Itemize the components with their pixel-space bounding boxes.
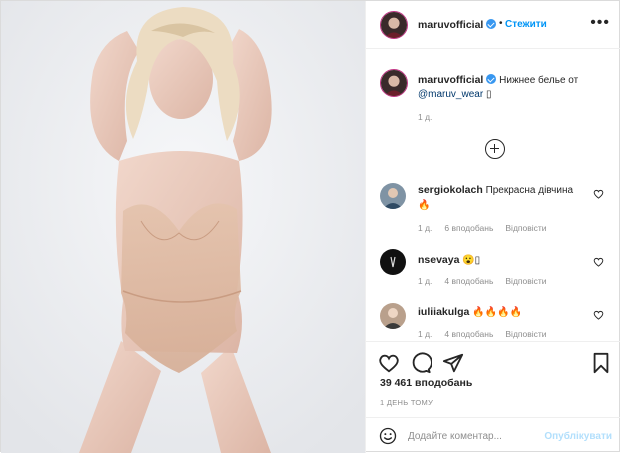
caption-mention-link[interactable]: @maruv_wear <box>418 89 483 100</box>
comment-time: 1 д. <box>418 276 433 286</box>
comment-likes[interactable]: 6 вподобань <box>444 223 493 233</box>
comment-body: nsevaya 😮▯ <box>418 253 588 268</box>
comment-time: 1 д. <box>418 329 433 339</box>
heart-icon[interactable] <box>593 189 604 199</box>
comment-username[interactable]: nsevaya <box>418 254 459 266</box>
avatar-image <box>381 70 407 96</box>
comment-meta: 1 д. 4 вподобань Відповісти <box>418 329 559 339</box>
heart-icon[interactable] <box>593 257 604 267</box>
comment-likes[interactable]: 4 вподобань <box>444 329 493 339</box>
commenter-avatar[interactable] <box>380 183 406 209</box>
caption-text-block: maruvofficial Нижнее белье от @maruv_wea… <box>418 73 608 102</box>
verified-badge-icon <box>486 19 497 29</box>
instagram-post: maruvofficial • Стежити ••• maruvofficia… <box>0 0 620 453</box>
comment-emoji: 🔥 <box>418 200 431 211</box>
avatar-image <box>380 303 406 329</box>
author-avatar[interactable] <box>380 11 408 39</box>
comment-bubble-icon[interactable] <box>410 352 432 374</box>
post-header: maruvofficial • Стежити ••• <box>366 1 620 49</box>
caption-username[interactable]: maruvofficial <box>418 74 483 86</box>
comment-likes[interactable]: 4 вподобань <box>444 276 493 286</box>
header-separator: • <box>499 18 503 29</box>
publish-button[interactable]: Опублікувати <box>544 431 612 442</box>
comment-body: sergiokolach Прекрасна дівчина 🔥 <box>418 183 588 213</box>
heart-icon[interactable] <box>593 310 604 320</box>
emoji-smiley-icon[interactable] <box>379 427 397 445</box>
post-sidebar: maruvofficial • Стежити ••• maruvofficia… <box>365 1 620 453</box>
author-username[interactable]: maruvofficial <box>418 19 483 31</box>
avatar-image <box>380 249 406 275</box>
portrait-photo-image <box>1 1 365 453</box>
post-photo[interactable] <box>1 1 365 453</box>
plus-circle-icon[interactable] <box>485 139 505 159</box>
follow-button[interactable]: Стежити <box>505 19 547 30</box>
reply-button[interactable]: Відповісти <box>505 329 546 339</box>
comment-input[interactable] <box>408 426 538 446</box>
add-comment-bar: Опублікувати <box>366 417 620 453</box>
like-heart-icon[interactable] <box>378 352 400 374</box>
comment-text: 🔥🔥🔥🔥 <box>472 307 522 318</box>
comment-meta: 1 д. 4 вподобань Відповісти <box>418 276 559 286</box>
avatar-image <box>380 183 406 209</box>
verified-badge-icon <box>486 74 497 84</box>
post-timestamp: 1 ДЕНЬ ТОМУ <box>380 398 434 407</box>
commenter-avatar[interactable] <box>380 303 406 329</box>
likes-count[interactable]: 39 461 вподобань <box>380 377 472 389</box>
comment-text: 😮▯ <box>462 255 481 266</box>
author-name-row: maruvofficial <box>418 19 497 31</box>
share-paper-plane-icon[interactable] <box>442 352 464 374</box>
caption-time: 1 д. <box>418 112 433 122</box>
commenter-avatar[interactable] <box>380 249 406 275</box>
comment-meta: 1 д. 6 вподобань Відповісти <box>418 223 559 233</box>
comment-username[interactable]: sergiokolach <box>418 184 483 196</box>
reply-button[interactable]: Відповісти <box>505 276 546 286</box>
caption-trailing-glyph: ▯ <box>485 89 492 100</box>
save-bookmark-icon[interactable] <box>590 352 612 374</box>
caption-text: Нижнее белье от <box>499 75 579 86</box>
more-options-icon[interactable]: ••• <box>590 15 610 31</box>
comment-text: Прекрасна дівчина <box>485 185 574 196</box>
reply-button[interactable]: Відповісти <box>505 223 546 233</box>
comment-time: 1 д. <box>418 223 433 233</box>
avatar-image <box>381 12 407 38</box>
comment-body: iuliiakulga 🔥🔥🔥🔥 <box>418 305 588 320</box>
comment-username[interactable]: iuliiakulga <box>418 306 469 318</box>
post-actions <box>366 341 620 381</box>
caption-author-avatar[interactable] <box>380 69 408 97</box>
